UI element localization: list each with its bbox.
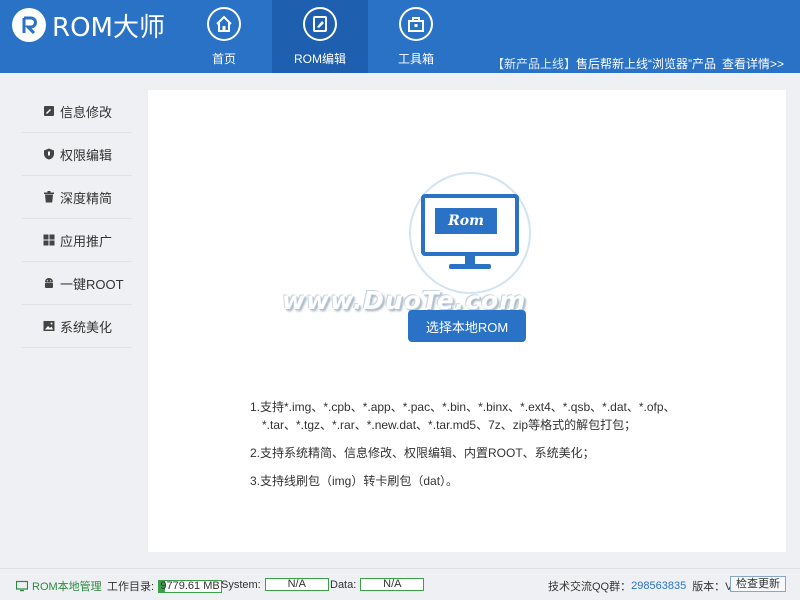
sidebar-item-one-key-root[interactable]: 一键ROOT <box>22 262 132 305</box>
rom-manage-icon <box>16 580 28 592</box>
qq-group-info: 技术交流QQ群： 298563835 版本：V1.2.5 <box>548 578 757 594</box>
desc-line-3: 3.支持线刷包（img）转卡刷包（dat）。 <box>250 474 459 488</box>
app-title: ROM大师 <box>52 12 165 43</box>
nav-rom-edit-label: ROM编辑 <box>294 52 346 66</box>
announcement-details-link[interactable]: 查看详情>> <box>722 57 784 71</box>
nav-toolbox-label: 工具箱 <box>397 52 434 66</box>
sidebar-item-permission-edit[interactable]: 权限编辑 <box>22 133 132 176</box>
home-icon <box>207 7 241 41</box>
sidebar-item-label: 信息修改 <box>60 104 113 120</box>
rom-illustration: Rom <box>409 172 531 294</box>
announcement-text: 售后帮新上线“浏览器”产品 <box>575 57 716 71</box>
nav-rom-edit[interactable]: ROM编辑 <box>272 0 368 73</box>
nav-toolbox[interactable]: 工具箱 <box>368 0 464 73</box>
qq-number[interactable]: 298563835 <box>631 580 686 592</box>
system-status: System: N/A <box>221 578 329 591</box>
shield-icon <box>42 148 55 161</box>
feature-description: 1.支持*.img、*.cpb、*.app、*.pac、*.bin、*.binx… <box>250 398 690 500</box>
toolbox-icon <box>399 7 433 41</box>
announcement-bar: 【新产品上线】售后帮新上线“浏览器”产品 查看详情>> <box>492 55 784 72</box>
sidebar-item-app-promo[interactable]: 应用推广 <box>22 219 132 262</box>
system-label: System: <box>221 578 261 591</box>
data-label: Data: <box>330 578 357 591</box>
app-logo: ROM大师 <box>12 8 165 43</box>
rom-badge: Rom <box>435 208 497 234</box>
announcement-tag: 【新产品上线】 <box>491 57 576 71</box>
apps-grid-icon <box>42 234 55 247</box>
main-nav: 首页 ROM编辑 工具箱 <box>176 0 464 73</box>
sidebar-item-label: 权限编辑 <box>60 147 113 163</box>
sidebar-item-info-edit[interactable]: 信息修改 <box>22 90 132 133</box>
sidebar-item-deep-slim[interactable]: 深度精简 <box>22 176 132 219</box>
sidebar-item-label: 系统美化 <box>60 319 113 335</box>
rom-manage-label: ROM本地管理 <box>32 581 102 593</box>
select-local-rom-button[interactable]: 选择本地ROM <box>408 310 526 342</box>
check-update-button[interactable]: 检查更新 <box>730 576 786 592</box>
monitor-base <box>449 264 491 269</box>
rom-manage-link[interactable]: ROM本地管理 <box>16 578 102 594</box>
nav-home-label: 首页 <box>211 52 236 66</box>
android-icon <box>42 277 55 290</box>
logo-r-icon <box>12 8 46 42</box>
trash-icon <box>42 191 55 204</box>
image-icon <box>42 320 55 333</box>
qq-label: 技术交流QQ群： <box>548 581 632 593</box>
sidebar-item-label: 一键ROOT <box>60 276 124 292</box>
sidebar-item-label: 深度精简 <box>60 190 113 206</box>
data-value: N/A <box>360 578 425 591</box>
workdir-value: 9779.61 MB <box>158 579 223 593</box>
sidebar-item-system-beautify[interactable]: 系统美化 <box>22 305 132 348</box>
sidebar-item-label: 应用推广 <box>60 233 113 249</box>
monitor-icon: Rom <box>421 194 519 272</box>
rom-edit-icon <box>303 7 337 41</box>
sidebar: 信息修改 权限编辑 深度精简 应用推广 一键ROOT 系统美化 <box>22 90 132 348</box>
system-value: N/A <box>264 578 329 591</box>
data-status: Data: N/A <box>330 578 425 591</box>
status-bar: ROM本地管理 工作目录: 9779.61 MB System: N/A Dat… <box>0 568 800 600</box>
desc-line-1: 1.支持*.img、*.cpb、*.app、*.pac、*.bin、*.binx… <box>250 400 676 414</box>
nav-home[interactable]: 首页 <box>176 0 272 73</box>
workdir-label: 工作目录: <box>107 581 155 593</box>
top-header: ROM大师 首页 ROM编辑 工具箱 【新产品上线】售后帮新上线“浏览器”产品 … <box>0 0 800 73</box>
workdir-status: 工作目录: 9779.61 MB <box>107 578 223 594</box>
desc-line-1-cont: *.tar、*.tgz、*.rar、*.new.dat、*.tar.md5、7z… <box>262 418 637 432</box>
edit-icon <box>42 105 55 118</box>
desc-line-2: 2.支持系统精简、信息修改、权限编辑、内置ROOT、系统美化； <box>250 446 595 460</box>
